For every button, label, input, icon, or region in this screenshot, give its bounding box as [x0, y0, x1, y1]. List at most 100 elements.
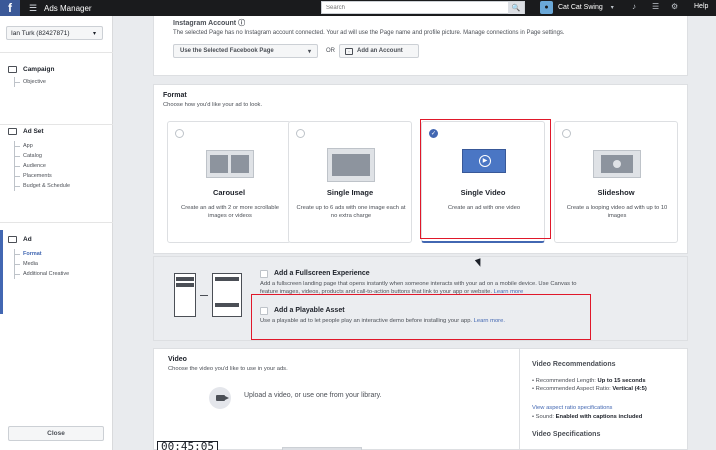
rec-value: Vertical (4:5) [612, 386, 647, 392]
divider [0, 124, 113, 125]
instagram-account-card: Instagram Account ⓘ The selected Page ha… [153, 16, 688, 76]
sidebar-tree: Format Media Additional Creative [14, 249, 69, 279]
highlight-box [420, 119, 551, 239]
format-option-name: Carousel [212, 188, 246, 197]
sidebar-item-campaign[interactable]: Campaign [8, 66, 54, 73]
instagram-title-text: Instagram Account [173, 20, 237, 27]
sidebar-tree: App Catalog Audience Placements Budget &… [14, 141, 70, 191]
sidebar-item-placements[interactable]: Placements [15, 171, 70, 181]
format-title: Format [163, 92, 187, 99]
chevron-down-icon: ▾ [610, 5, 614, 11]
campaign-icon [8, 66, 17, 73]
account-avatar: ● [540, 1, 553, 14]
video-specifications-title: Video Specifications [532, 431, 601, 438]
format-option-slideshow[interactable]: Slideshow Create a looping video ad with… [554, 121, 678, 243]
fullscreen-desc-line: Add a fullscreen landing page that opens… [260, 281, 577, 287]
sidebar-item-objective[interactable]: Objective [15, 77, 54, 87]
active-section-indicator [0, 230, 3, 314]
rec-value: Up to 15 seconds [597, 378, 646, 384]
sidebar-item-format[interactable]: Format [15, 249, 69, 259]
single-image-thumbnail-icon [327, 146, 375, 182]
settings-grid-icon[interactable]: ☰ [652, 2, 659, 11]
sidebar-item-budget-schedule[interactable]: Budget & Schedule [15, 181, 70, 191]
format-option-description: Create up to 6 ads with one image each a… [296, 205, 406, 219]
fullscreen-experience-title: Add a Fullscreen Experience [274, 270, 370, 277]
format-option-single-image[interactable]: Single Image Create up to 6 ads with one… [288, 121, 412, 243]
canvas-illustration-icon [174, 273, 244, 319]
instagram-account-title: Instagram Account ⓘ [173, 18, 245, 28]
slideshow-thumbnail-icon [593, 146, 641, 182]
sidebar-item-label: Campaign [23, 66, 55, 73]
sidebar-section-adset: Ad Set App Catalog Audience Placements B… [8, 128, 70, 191]
facebook-page-select[interactable]: Use the Selected Facebook Page ▾ [173, 44, 318, 58]
timestamp-overlay: 00:45:05 [157, 441, 218, 450]
rec-sound: • Sound: Enabled with captions included [532, 413, 687, 421]
adset-icon [8, 128, 17, 135]
format-option-carousel[interactable]: Carousel Create an ad with 2 or more scr… [167, 121, 291, 243]
sidebar-item-adset[interactable]: Ad Set [8, 128, 70, 135]
format-option-name: Slideshow [597, 188, 635, 197]
radio-button[interactable] [175, 129, 184, 138]
sidebar-section-campaign: Campaign Objective [8, 66, 54, 87]
rec-label: Sound: [535, 414, 555, 420]
divider [0, 52, 113, 53]
sidebar-item-audience[interactable]: Audience [15, 161, 70, 171]
search-input[interactable] [322, 2, 508, 13]
sidebar-section-ad: Ad Format Media Additional Creative [8, 236, 69, 279]
sidebar-item-ad[interactable]: Ad [8, 236, 69, 243]
bullet: • [532, 378, 535, 384]
top-bar: f ☰ Ads Manager 🔍 ● Cat Cat Swing ▾ ♪ ☰ … [0, 0, 716, 16]
facebook-page-select-label: Use the Selected Facebook Page [180, 48, 274, 54]
chevron-down-icon: ▾ [307, 48, 311, 55]
close-button[interactable]: Close [8, 426, 104, 441]
video-recommendations-panel: Video Recommendations • Recommended Leng… [519, 349, 689, 450]
radio-button[interactable] [296, 129, 305, 138]
format-option-description: Create an ad with 2 or more scrollable i… [181, 205, 279, 219]
video-card: Video Choose the video you'd like to use… [153, 348, 688, 450]
format-option-name: Single Image [326, 188, 374, 197]
video-camera-icon[interactable] [209, 387, 231, 409]
sidebar-item-label: Ad [23, 236, 32, 243]
sidebar-tree: Objective [14, 77, 54, 87]
aspect-ratio-specs-link[interactable]: View aspect ratio specifications [532, 404, 687, 412]
radio-button[interactable] [562, 129, 571, 138]
sidebar-item-catalog[interactable]: Catalog [15, 151, 70, 161]
notifications-bell-icon[interactable]: ♪ [632, 2, 636, 11]
ad-icon [8, 236, 17, 243]
facebook-logo-icon[interactable]: f [0, 0, 20, 16]
carousel-thumbnail-icon [206, 146, 254, 182]
add-account-button[interactable]: ◦ Add an Account [339, 44, 419, 58]
account-name: Cat Cat Swing [558, 4, 603, 11]
fullscreen-experience-checkbox[interactable] [260, 270, 268, 278]
sidebar-item-label: Ad Set [23, 128, 44, 135]
search-icon[interactable]: 🔍 [508, 1, 524, 14]
upload-video-text[interactable]: Upload a video, or use one from your lib… [244, 392, 382, 399]
rec-label: Recommended Aspect Ratio: [535, 386, 611, 392]
sidebar-item-additional-creative[interactable]: Additional Creative [15, 269, 69, 279]
app-title[interactable]: Ads Manager [44, 4, 92, 13]
rec-aspect-ratio: • Recommended Aspect Ratio: Vertical (4:… [532, 385, 687, 393]
ad-account-label: Ian Turk (82427871) [11, 29, 70, 37]
highlight-box [251, 294, 591, 340]
bullet: • [532, 414, 535, 420]
hamburger-menu-icon[interactable]: ☰ [26, 3, 40, 14]
rec-length: • Recommended Length: Up to 15 seconds [532, 377, 687, 385]
info-icon[interactable]: ⓘ [238, 20, 245, 27]
video-subtitle: Choose the video you'd like to use in yo… [168, 366, 288, 372]
chevron-down-icon: ▾ [92, 30, 96, 37]
gear-icon[interactable]: ⚙ [671, 2, 678, 11]
sidebar-item-media[interactable]: Media [15, 259, 69, 269]
sidebar: Ian Turk (82427871) ▾ Campaign Objective… [0, 16, 113, 450]
search-box: 🔍 [321, 1, 525, 14]
ad-account-select[interactable]: Ian Turk (82427871) ▾ [6, 26, 103, 40]
rec-value: Enabled with captions included [555, 414, 643, 420]
instagram-icon: ◦ [345, 47, 353, 55]
add-account-label: Add an Account [357, 48, 403, 54]
bullet: • [532, 386, 535, 392]
or-separator: OR [326, 48, 335, 54]
instagram-description: The selected Page has no Instagram accou… [173, 30, 565, 36]
divider [0, 222, 113, 223]
account-switcher[interactable]: ● Cat Cat Swing ▾ [540, 1, 614, 14]
sidebar-item-app[interactable]: App [15, 141, 70, 151]
help-link[interactable]: Help [694, 3, 708, 10]
